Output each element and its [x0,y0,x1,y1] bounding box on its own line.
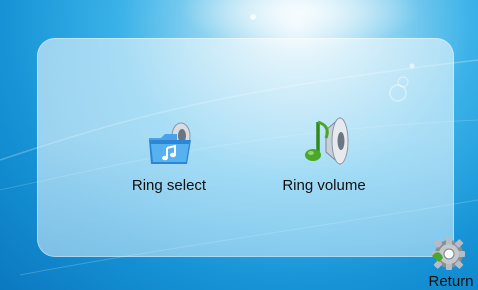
speaker-music-icon [305,116,349,166]
folder-music-icon [149,122,191,164]
ring-select-label: Ring select [131,177,207,194]
return-button[interactable]: Return [424,236,478,290]
gear-icon [432,237,465,270]
ring-select-button[interactable]: Ring select [109,120,229,200]
ring-volume-button[interactable]: Ring volume [264,116,384,200]
return-label: Return [428,273,474,290]
screen: Ring select Ring volume Return [0,0,478,290]
ring-volume-label: Ring volume [282,177,366,194]
settings-panel [37,38,454,257]
